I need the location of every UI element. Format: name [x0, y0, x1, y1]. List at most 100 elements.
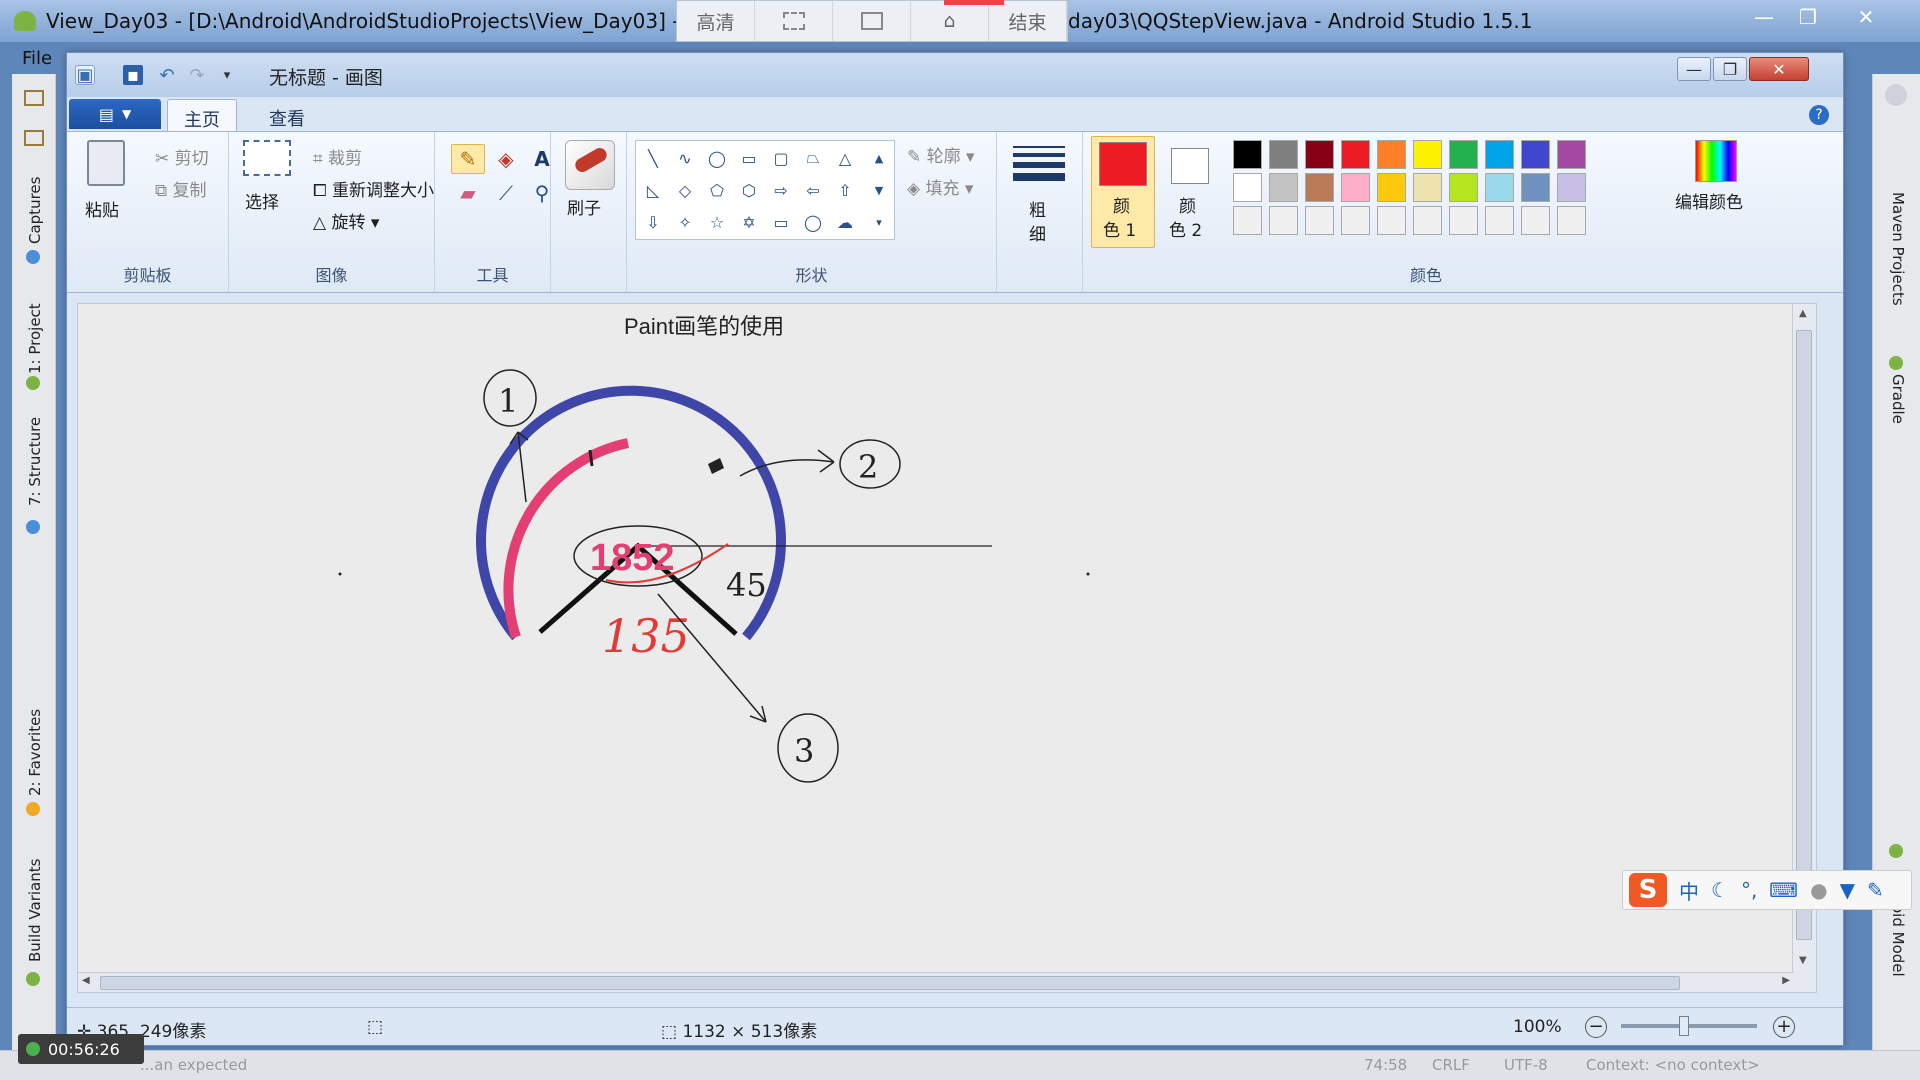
- outline-button[interactable]: ✎ 轮廓 ▾: [907, 142, 975, 167]
- sogou-logo-icon[interactable]: S: [1629, 873, 1667, 907]
- pentagon-shape-icon[interactable]: ⬠: [702, 175, 732, 205]
- moon-icon[interactable]: ☾: [1711, 878, 1729, 902]
- palette-swatch[interactable]: [1449, 173, 1478, 202]
- tab-home[interactable]: 主页: [167, 99, 237, 131]
- palette-swatch[interactable]: [1269, 140, 1298, 169]
- tab-android-model[interactable]: oid Model: [1889, 904, 1907, 977]
- help-icon[interactable]: ?: [1809, 105, 1829, 125]
- menu-file[interactable]: File: [12, 42, 72, 74]
- zoom-out-button[interactable]: −: [1585, 1016, 1607, 1038]
- scroll-right-icon[interactable]: ▶: [1782, 975, 1790, 986]
- up-arrow-shape-icon[interactable]: ⇧: [830, 175, 860, 205]
- punctuation-icon[interactable]: °,: [1741, 878, 1757, 902]
- keyboard-icon[interactable]: ⌨: [1769, 878, 1798, 902]
- paint-close-button[interactable]: ✕: [1749, 57, 1809, 81]
- tab-structure[interactable]: 7: Structure: [26, 417, 44, 506]
- palette-swatch[interactable]: [1233, 140, 1262, 169]
- custom-color-slot[interactable]: [1485, 206, 1514, 235]
- rounded-rectangle-shape-icon[interactable]: ▢: [766, 143, 796, 173]
- oval-callout-shape-icon[interactable]: ◯: [798, 207, 828, 237]
- fill-button[interactable]: ◈ 填充 ▾: [907, 174, 973, 199]
- left-arrow-shape-icon[interactable]: ⇦: [798, 175, 828, 205]
- horizontal-scroll-thumb[interactable]: [100, 976, 1680, 990]
- scroll-up-icon[interactable]: ▲: [1799, 308, 1807, 319]
- custom-color-slot[interactable]: [1449, 206, 1478, 235]
- folder-icon[interactable]: [24, 90, 44, 106]
- copy-button[interactable]: ⧉ 复制: [155, 176, 207, 201]
- color2-swatch[interactable]: [1171, 148, 1209, 184]
- recorder-hd-button[interactable]: 高清: [677, 1, 755, 41]
- palette-swatch[interactable]: [1305, 173, 1334, 202]
- polygon-shape-icon[interactable]: ⏢: [798, 143, 828, 173]
- palette-swatch[interactable]: [1521, 173, 1550, 202]
- line-shape-icon[interactable]: ╲: [638, 143, 668, 173]
- custom-color-slot[interactable]: [1557, 206, 1586, 235]
- undo-icon[interactable]: ↶: [157, 65, 177, 86]
- tab-project[interactable]: 1: Project: [26, 303, 44, 374]
- palette-swatch[interactable]: [1485, 140, 1514, 169]
- palette-swatch[interactable]: [1449, 140, 1478, 169]
- line-separator[interactable]: CRLF: [1432, 1056, 1470, 1074]
- palette-swatch[interactable]: [1233, 173, 1262, 202]
- rotate-button[interactable]: △ 旋转 ▾: [313, 208, 379, 233]
- tab-captures[interactable]: Captures: [26, 177, 44, 244]
- shapes-scroll-down-icon[interactable]: ▼: [864, 175, 894, 205]
- paste-button[interactable]: 粘贴: [83, 140, 127, 230]
- recorder-region-icon[interactable]: [755, 1, 833, 41]
- palette-swatch[interactable]: [1305, 140, 1334, 169]
- oval-shape-icon[interactable]: ◯: [702, 143, 732, 173]
- user-icon[interactable]: [1885, 84, 1907, 106]
- palette-swatch[interactable]: [1377, 173, 1406, 202]
- file-encoding[interactable]: UTF-8: [1504, 1056, 1548, 1074]
- rect-callout-shape-icon[interactable]: ▭: [766, 207, 796, 237]
- zoom-slider-thumb[interactable]: [1679, 1016, 1689, 1036]
- triangle-shape-icon[interactable]: △: [830, 143, 860, 173]
- recorder-home-icon[interactable]: ⌂: [911, 1, 989, 41]
- shapes-expand-icon[interactable]: ▾: [864, 207, 894, 237]
- redo-icon[interactable]: ↷: [187, 65, 207, 86]
- palette-swatch[interactable]: [1413, 173, 1442, 202]
- eraser-icon[interactable]: ▰: [451, 178, 485, 208]
- palette-swatch[interactable]: [1341, 173, 1370, 202]
- four-point-star-shape-icon[interactable]: ✧: [670, 207, 700, 237]
- hexagon-shape-icon[interactable]: ⬡: [734, 175, 764, 205]
- ime-mode-chinese[interactable]: 中: [1679, 876, 1699, 905]
- pencil-icon[interactable]: ✎: [451, 144, 485, 174]
- brushes-label[interactable]: 刷子: [567, 194, 601, 219]
- tab-gradle[interactable]: Gradle: [1889, 374, 1907, 424]
- as-close-button[interactable]: ✕: [1846, 4, 1886, 30]
- diamond-shape-icon[interactable]: ◇: [670, 175, 700, 205]
- paint-minimize-button[interactable]: —: [1677, 57, 1711, 81]
- palette-swatch[interactable]: [1269, 173, 1298, 202]
- zoom-slider[interactable]: [1621, 1024, 1757, 1028]
- settings-wrench-icon[interactable]: ✎: [1867, 878, 1884, 902]
- tab-favorites[interactable]: 2: Favorites: [26, 709, 44, 796]
- shapes-scroll-up-icon[interactable]: ▲: [864, 143, 894, 173]
- palette-swatch[interactable]: [1557, 173, 1586, 202]
- size-button[interactable]: 粗 细: [1013, 140, 1067, 250]
- right-triangle-shape-icon[interactable]: ◺: [638, 175, 668, 205]
- cut-button[interactable]: ✂ 剪切: [155, 144, 209, 169]
- crop-button[interactable]: ⌗ 裁剪: [313, 144, 362, 169]
- tab-maven-projects[interactable]: Maven Projects: [1889, 192, 1907, 306]
- paint-maximize-button[interactable]: ❐: [1713, 57, 1747, 81]
- palette-swatch[interactable]: [1341, 140, 1370, 169]
- rectangle-shape-icon[interactable]: ▭: [734, 143, 764, 173]
- recorder-window-icon[interactable]: [833, 1, 911, 41]
- tab-view[interactable]: 查看: [253, 99, 321, 131]
- fill-bucket-icon[interactable]: ◈: [489, 144, 523, 174]
- drawing-canvas[interactable]: Paint画笔的使用 1852 45 135 1 2 3: [78, 304, 1794, 974]
- curve-shape-icon[interactable]: ∿: [670, 143, 700, 173]
- six-point-star-shape-icon[interactable]: ✡: [734, 207, 764, 237]
- paint-file-menu-button[interactable]: ▤ ▼: [69, 99, 161, 129]
- custom-color-slot[interactable]: [1377, 206, 1406, 235]
- as-maximize-button[interactable]: ❐: [1788, 4, 1828, 30]
- custom-color-slot[interactable]: [1233, 206, 1262, 235]
- caret-position[interactable]: 74:58: [1364, 1056, 1407, 1074]
- vertical-scroll-thumb[interactable]: [1796, 330, 1812, 940]
- user-icon[interactable]: ●: [1810, 878, 1827, 902]
- palette-swatch[interactable]: [1413, 140, 1442, 169]
- cloud-callout-shape-icon[interactable]: ☁: [830, 207, 860, 237]
- color-picker-icon[interactable]: ⟋: [489, 178, 523, 208]
- recorder-stop-button[interactable]: 结束: [989, 1, 1067, 41]
